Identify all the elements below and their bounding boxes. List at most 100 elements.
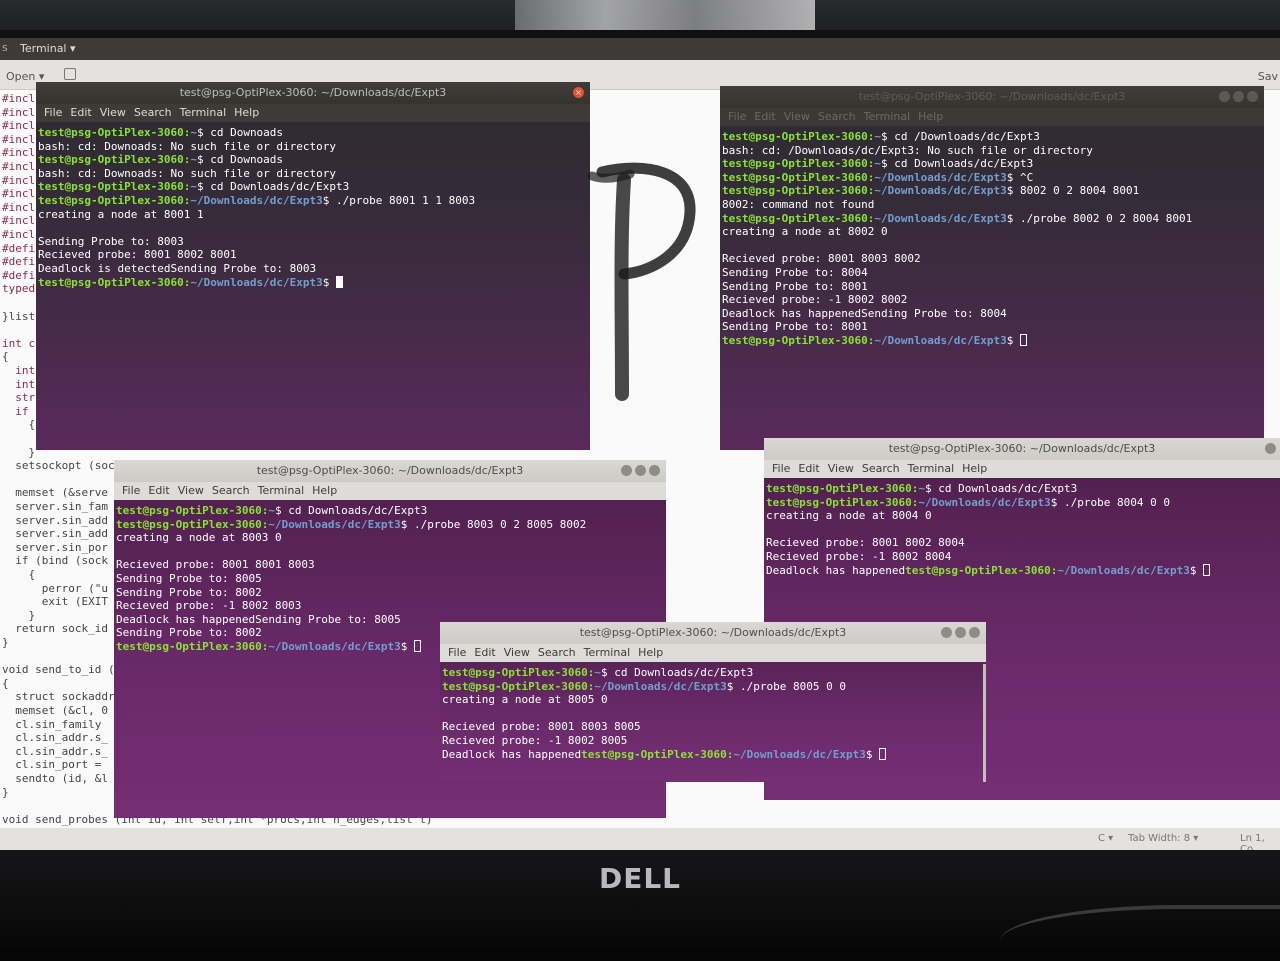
prompt-path: ~ xyxy=(190,153,197,167)
menu-edit[interactable]: Edit xyxy=(798,460,819,478)
terminal-scrollbar[interactable] xyxy=(983,664,986,782)
menu-file[interactable]: File xyxy=(44,104,62,122)
output-text: Deadlock has happenedSending Probe to: 8… xyxy=(722,306,1007,320)
terminal-line: Recieved probe: -1 8002 8005 xyxy=(442,734,983,748)
menu-terminal[interactable]: Terminal xyxy=(258,482,305,500)
terminal-line: creating a node at 8003 0 xyxy=(116,531,666,545)
terminal-output[interactable]: test@psg-OptiPlex-3060:~$ cd Downloads/d… xyxy=(440,664,983,782)
minimize-icon[interactable] xyxy=(941,627,952,638)
maximize-icon[interactable] xyxy=(1233,91,1244,102)
prompt-path: ~/Downloads/dc/Expt3 xyxy=(874,333,1007,347)
menu-search[interactable]: Search xyxy=(212,482,250,500)
text-cursor xyxy=(414,639,422,652)
output-text: Recieved probe: 8001 8002 8004 xyxy=(766,536,965,550)
menu-file[interactable]: File xyxy=(728,108,746,126)
minimize-icon[interactable] xyxy=(1265,443,1276,454)
minimize-icon[interactable] xyxy=(621,465,632,476)
code-line: void send_to_id ( xyxy=(2,663,115,677)
save-button[interactable]: Sav xyxy=(1258,70,1278,83)
editor-status-bar: C ▾ Tab Width: 8 ▾ Ln 1, Co xyxy=(0,828,1280,850)
menu-terminal[interactable]: Terminal xyxy=(864,108,911,126)
code-line: { xyxy=(2,350,9,364)
output-text: Recieved probe: 8001 8003 8002 xyxy=(722,252,921,266)
menu-view[interactable]: View xyxy=(504,644,530,662)
terminal-menubar: File Edit View Search Terminal Help xyxy=(114,482,666,500)
menu-terminal[interactable]: Terminal xyxy=(908,460,955,478)
command-text: 8002 0 2 8004 8001 xyxy=(1020,184,1140,198)
menu-edit[interactable]: Edit xyxy=(148,482,169,500)
close-icon[interactable] xyxy=(969,627,980,638)
menu-help[interactable]: Help xyxy=(962,460,987,478)
menu-help[interactable]: Help xyxy=(918,108,943,126)
terminal-titlebar[interactable]: test@psg-OptiPlex-3060: ~/Downloads/dc/E… xyxy=(764,438,1280,460)
menu-view[interactable]: View xyxy=(784,108,810,126)
handwritten-p-mark xyxy=(587,162,696,401)
menu-file[interactable]: File xyxy=(772,460,790,478)
menu-view[interactable]: View xyxy=(100,104,126,122)
menu-view[interactable]: View xyxy=(178,482,204,500)
maximize-icon[interactable] xyxy=(635,465,646,476)
menu-view[interactable]: View xyxy=(828,460,854,478)
close-icon[interactable]: × xyxy=(573,87,584,98)
tab-width-selector[interactable]: Tab Width: 8 ▾ xyxy=(1128,833,1198,844)
terminal-line: Deadlock is detectedSending Probe to: 80… xyxy=(38,262,590,276)
menu-edit[interactable]: Edit xyxy=(474,644,495,662)
language-selector[interactable]: C ▾ xyxy=(1098,833,1113,844)
close-icon[interactable] xyxy=(649,465,660,476)
terminal-menubar: File Edit View Search Terminal Help xyxy=(440,644,986,662)
terminal-window-node-8005[interactable]: test@psg-OptiPlex-3060: ~/Downloads/dc/E… xyxy=(440,622,986,782)
menu-help[interactable]: Help xyxy=(234,104,259,122)
terminal-line: test@psg-OptiPlex-3060:~$ cd Downloads/d… xyxy=(766,482,1078,495)
output-text: Sending Probe to: 8001 xyxy=(722,279,868,293)
menu-file[interactable]: File xyxy=(448,644,466,662)
menu-file[interactable]: File xyxy=(122,482,140,500)
close-icon[interactable] xyxy=(1247,91,1258,102)
terminal-output[interactable]: test@psg-OptiPlex-3060:~$ cd /Downloads/… xyxy=(720,128,1264,450)
output-text: Sending Probe to: 8003 xyxy=(38,234,184,248)
prompt-user: test@psg-OptiPlex-3060 xyxy=(116,517,262,531)
command-text: ./probe 8002 0 2 8004 8001 xyxy=(1020,211,1193,225)
terminal-titlebar[interactable]: test@psg-OptiPlex-3060: ~/Downloads/dc/E… xyxy=(440,622,986,644)
terminal-titlebar[interactable]: test@psg-OptiPlex-3060: ~/Downloads/dc/E… xyxy=(720,86,1264,108)
terminal-line: test@psg-OptiPlex-3060:~/Downloads/dc/Ex… xyxy=(722,333,1264,348)
menu-search[interactable]: Search xyxy=(538,644,576,662)
output-text: bash: cd: Downoads: No such file or dire… xyxy=(38,139,337,153)
menu-search[interactable]: Search xyxy=(862,460,900,478)
prompt-user: test@psg-OptiPlex-3060 xyxy=(38,193,184,207)
terminal-line: bash: cd: Downoads: No such file or dire… xyxy=(38,167,590,181)
minimize-icon[interactable] xyxy=(1219,91,1230,102)
menu-help[interactable]: Help xyxy=(312,482,337,500)
code-line: server.sin_por xyxy=(2,540,108,554)
menu-search[interactable]: Search xyxy=(134,104,172,122)
menu-edit[interactable]: Edit xyxy=(70,104,91,122)
menu-help[interactable]: Help xyxy=(638,644,663,662)
terminal-line: Sending Probe to: 8004 xyxy=(722,266,1264,280)
save-file-icon[interactable] xyxy=(64,68,76,80)
activities-icon[interactable]: s xyxy=(2,41,8,54)
terminal-titlebar[interactable]: test@psg-OptiPlex-3060: ~/Downloads/dc/E… xyxy=(36,82,590,104)
code-line: struct sockaddr xyxy=(2,690,115,704)
menu-terminal[interactable]: Terminal xyxy=(584,644,631,662)
terminal-output[interactable]: test@psg-OptiPlex-3060:~$ cd Downoads bas… xyxy=(36,124,590,450)
code-line: } xyxy=(2,636,9,649)
prompt-user: test@psg-OptiPlex-3060 xyxy=(442,679,588,693)
terminal-window-node-8001[interactable]: test@psg-OptiPlex-3060: ~/Downloads/dc/E… xyxy=(36,82,590,450)
terminal-line: Deadlock has happenedSending Probe to: 8… xyxy=(722,307,1264,321)
terminal-line: Recieved probe: 8001 8003 8002 xyxy=(722,252,1264,266)
menu-edit[interactable]: Edit xyxy=(754,108,775,126)
app-menu-terminal[interactable]: Terminal ▾ xyxy=(20,42,76,55)
code-line: memset (&serve xyxy=(2,486,108,500)
terminal-titlebar[interactable]: test@psg-OptiPlex-3060: ~/Downloads/dc/E… xyxy=(114,460,666,482)
menu-terminal[interactable]: Terminal xyxy=(180,104,227,122)
prompt-path: ~/Downloads/dc/Expt3 xyxy=(594,679,727,693)
terminal-menubar: File Edit View Search Terminal Help xyxy=(36,104,590,122)
terminal-window-node-8002[interactable]: test@psg-OptiPlex-3060: ~/Downloads/dc/E… xyxy=(720,86,1264,450)
top-panel: s Terminal ▾ xyxy=(0,38,1280,60)
text-cursor xyxy=(1020,333,1028,346)
menu-search[interactable]: Search xyxy=(818,108,856,126)
output-text: Recieved probe: -1 8002 8002 xyxy=(722,293,908,307)
prompt-user: test@psg-OptiPlex-3060 xyxy=(766,495,912,509)
prompt-path: ~/Downloads/dc/Expt3 xyxy=(918,495,1051,509)
maximize-icon[interactable] xyxy=(955,627,966,638)
